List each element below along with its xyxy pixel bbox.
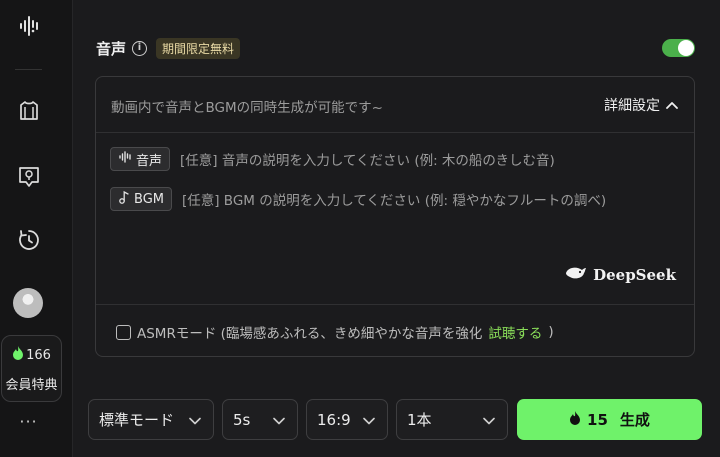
toggle-knob bbox=[678, 40, 694, 56]
generate-cost: 15 bbox=[587, 410, 608, 429]
asmr-label: ASMRモード (臨場感あふれる、きめ細やかな音声を強化 bbox=[137, 326, 483, 342]
bgm-description-input[interactable]: [任意] BGM の説明を入力してください (例: 穏やかなフルートの調べ) bbox=[182, 189, 606, 209]
bgm-chip-label: BGM bbox=[134, 191, 164, 207]
voice-row: 音声 [任意] 音声の説明を入力してください (例: 木の船のきしむ音) bbox=[110, 147, 555, 171]
asmr-try-link[interactable]: 試聴する bbox=[488, 322, 542, 342]
info-icon[interactable]: i bbox=[132, 41, 148, 56]
flame-icon bbox=[12, 346, 24, 364]
audio-header: 音声 i 期間限定無料 bbox=[96, 38, 241, 59]
panel-divider bbox=[96, 304, 694, 305]
mode-value: 標準モード bbox=[99, 411, 175, 429]
duration-select[interactable]: 5s bbox=[222, 399, 298, 440]
detail-settings-toggle[interactable]: 詳細設定 bbox=[604, 95, 678, 115]
asmr-option: ASMRモード (臨場感あふれる、きめ細やかな音声を強化 試聴する) bbox=[116, 322, 554, 342]
audio-title: 音声 bbox=[96, 40, 127, 58]
asmr-checkbox[interactable] bbox=[116, 324, 131, 340]
voice-description-input[interactable]: [任意] 音声の説明を入力してください (例: 木の船のきしむ音) bbox=[180, 149, 555, 169]
history-clock-icon[interactable] bbox=[0, 228, 57, 252]
chevron-up-icon bbox=[666, 97, 678, 113]
generate-label: 生成 bbox=[619, 411, 650, 429]
chevron-down-icon bbox=[483, 411, 495, 429]
member-benefits-label: 会員特典 bbox=[5, 378, 58, 393]
aspect-ratio-select[interactable]: 16:9 bbox=[306, 399, 388, 440]
credits-box[interactable]: 166 会員特典 bbox=[1, 335, 62, 402]
chevron-down-icon bbox=[273, 411, 285, 429]
lightbulb-chat-icon[interactable] bbox=[0, 164, 57, 190]
bgm-row: BGM [任意] BGM の説明を入力してください (例: 穏やかなフルートの調… bbox=[110, 187, 606, 211]
music-note-icon bbox=[118, 190, 130, 208]
chevron-down-icon bbox=[363, 411, 375, 429]
asmr-label-close: ) bbox=[548, 324, 554, 340]
bgm-chip: BGM bbox=[110, 187, 172, 211]
chevron-down-icon bbox=[189, 411, 201, 429]
more-menu-icon[interactable]: ··· bbox=[0, 412, 57, 431]
audio-settings-panel: 動画内で音声とBGMの同時生成が可能です~ 詳細設定 音声 [任意] 音声の説明… bbox=[95, 76, 695, 357]
voice-chip: 音声 bbox=[110, 147, 171, 171]
aspect-ratio-value: 16:9 bbox=[317, 410, 351, 429]
shirt-icon[interactable] bbox=[0, 99, 57, 123]
duration-value: 5s bbox=[233, 410, 251, 429]
promo-badge: 期間限定無料 bbox=[156, 38, 241, 59]
voice-chip-label: 音声 bbox=[136, 153, 163, 169]
avatar[interactable] bbox=[13, 288, 43, 318]
whale-icon bbox=[565, 265, 587, 285]
credits-row: 166 bbox=[2, 346, 61, 364]
sidebar: 166 会員特典 ··· bbox=[0, 0, 73, 457]
deepseek-brand-text: DeepSeek bbox=[593, 266, 676, 284]
deepseek-logo: DeepSeek bbox=[565, 265, 676, 285]
audio-wave-logo-icon[interactable] bbox=[0, 14, 57, 38]
audio-wave-icon bbox=[118, 150, 132, 168]
mode-select[interactable]: 標準モード bbox=[88, 399, 214, 440]
count-value: 1本 bbox=[407, 411, 432, 429]
panel-header: 動画内で音声とBGMの同時生成が可能です~ 詳細設定 bbox=[96, 77, 694, 133]
audio-toggle[interactable] bbox=[662, 39, 695, 57]
flame-icon bbox=[569, 410, 581, 429]
generate-button[interactable]: 15 生成 bbox=[517, 399, 702, 440]
credits-count: 166 bbox=[26, 347, 51, 363]
panel-hint: 動画内で音声とBGMの同時生成が可能です~ bbox=[111, 100, 383, 116]
count-select[interactable]: 1本 bbox=[396, 399, 508, 440]
detail-settings-label: 詳細設定 bbox=[604, 98, 660, 114]
sidebar-divider bbox=[15, 69, 42, 70]
